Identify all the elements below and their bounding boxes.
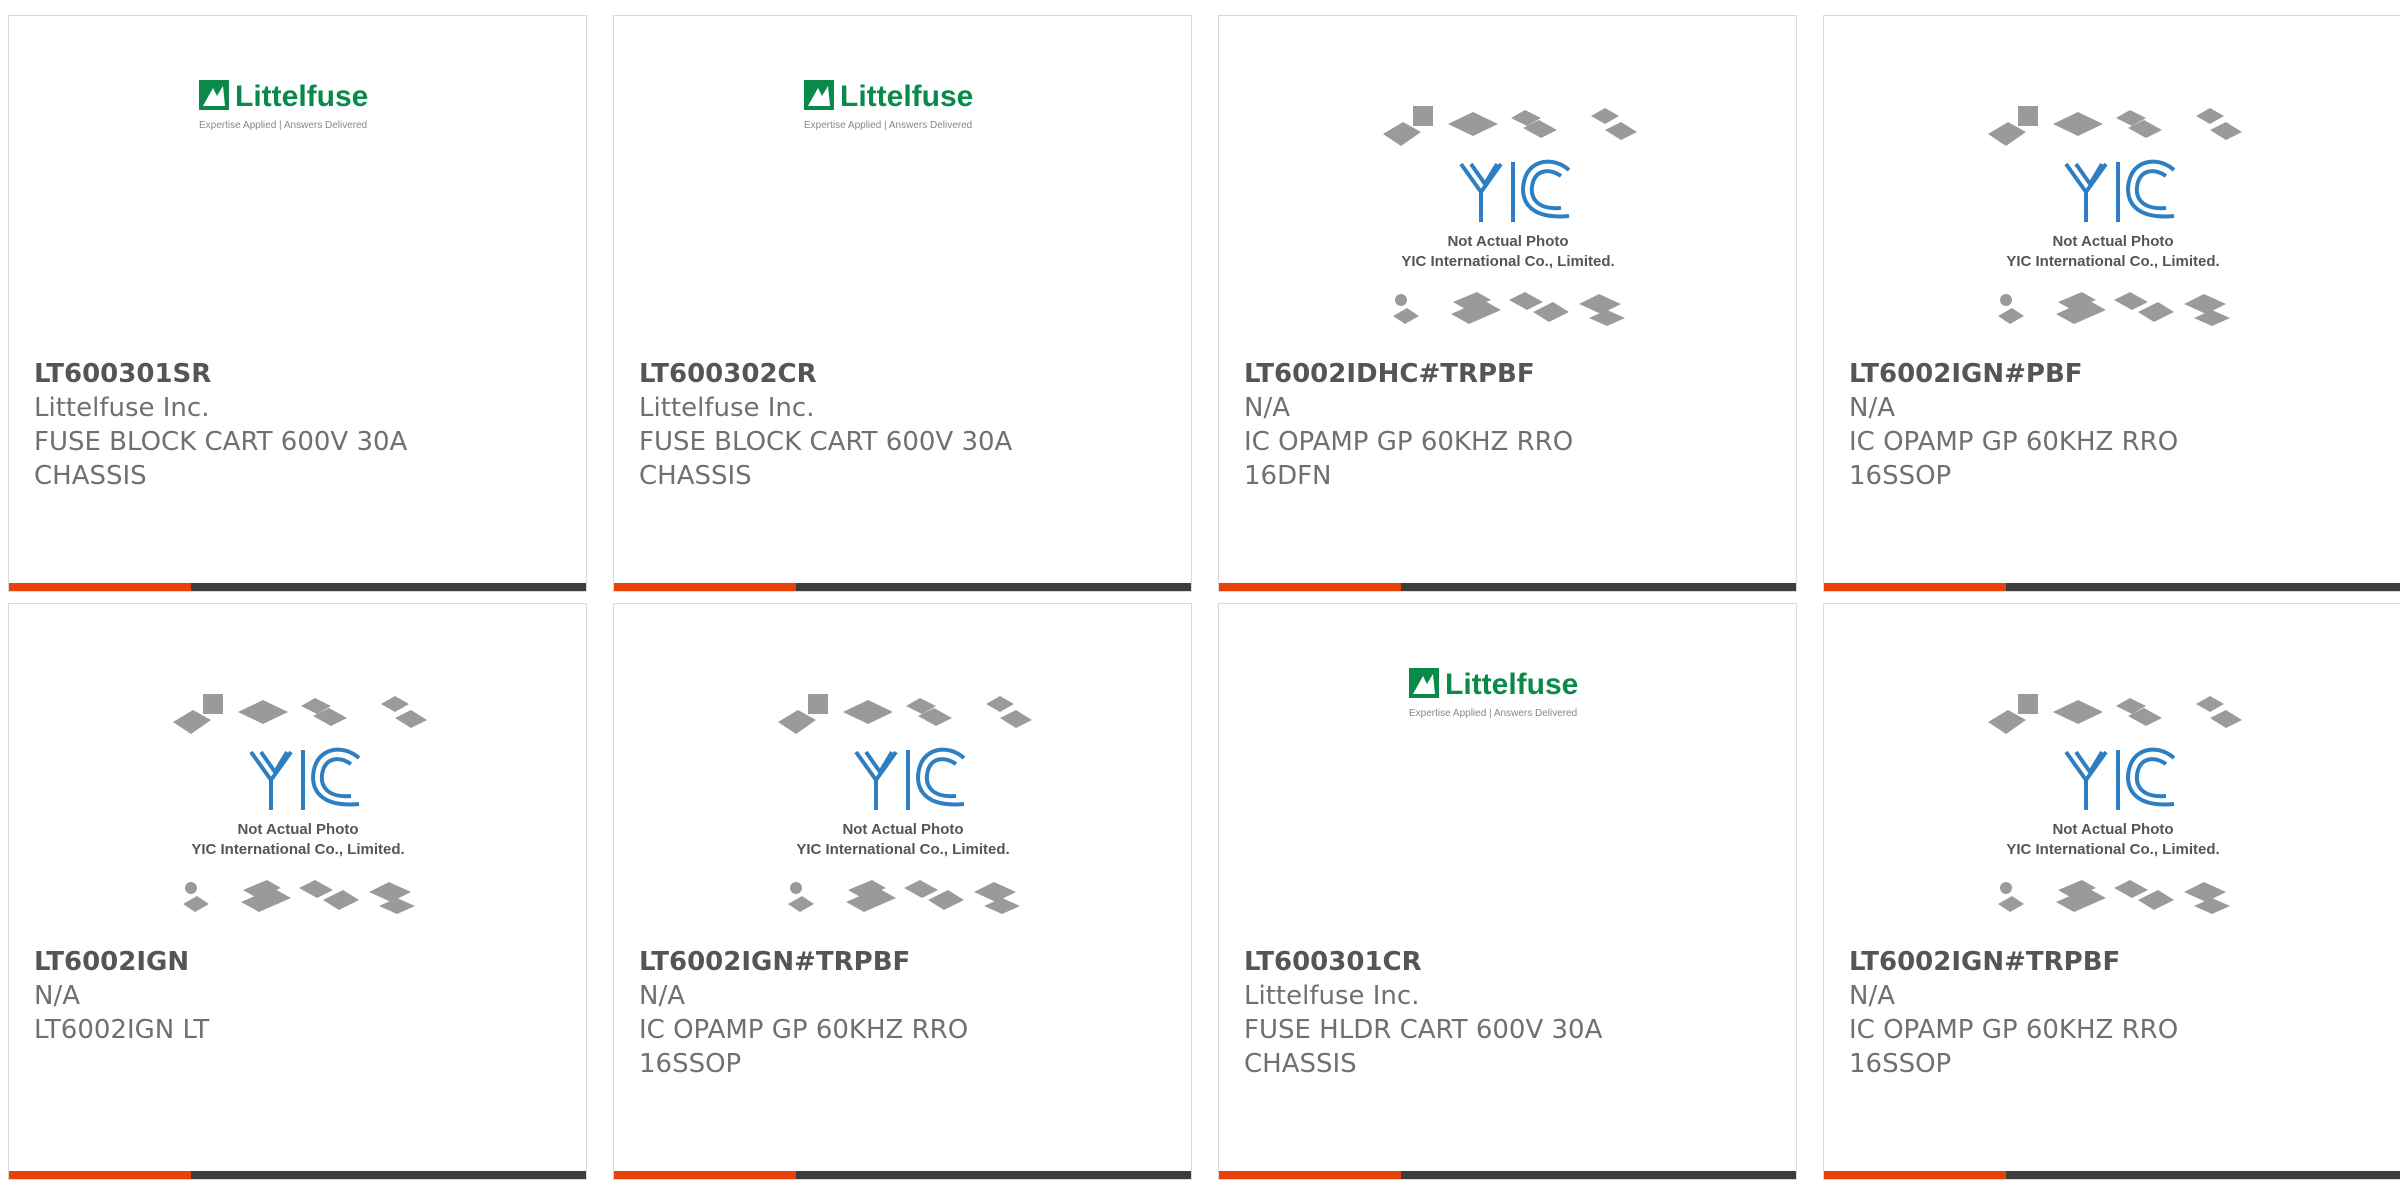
product-card[interactable]: Littelfuse Expertise Applied | Answers D… — [1218, 603, 1797, 1180]
accent-segment — [9, 583, 191, 591]
littelfuse-logo-text: Littelfuse — [840, 80, 973, 113]
product-card[interactable]: Not Actual Photo YIC International Co., … — [613, 603, 1192, 1180]
product-image[interactable]: Not Actual Photo YIC International Co., … — [614, 692, 1191, 952]
product-info: LT6002IGN#TRPBF N/A IC OPAMP GP 60KHZ RRO … — [639, 945, 1166, 1081]
card-accent-bar — [1824, 583, 2400, 591]
yic-caption-line1: Not Actual Photo — [842, 821, 963, 838]
accent-segment — [1219, 1171, 1401, 1179]
yic-caption-line2: YIC International Co., Limited. — [1401, 253, 1614, 270]
manufacturer: N/A — [1849, 981, 1895, 1011]
description: FUSE BLOCK CART 600V 30A CHASSIS — [639, 427, 1013, 491]
littelfuse-logo-tagline: Expertise Applied | Answers Delivered — [804, 120, 972, 131]
yic-caption-line1: Not Actual Photo — [2052, 233, 2173, 250]
part-number[interactable]: LT6002IGN — [34, 945, 561, 979]
part-number[interactable]: LT6002IGN#PBF — [1849, 357, 2376, 391]
littelfuse-logo: Littelfuse Expertise Applied | Answers D… — [803, 80, 973, 131]
product-image[interactable]: Not Actual Photo YIC International Co., … — [1824, 104, 2400, 364]
part-number[interactable]: LT600301CR — [1244, 945, 1771, 979]
yic-caption-line2: YIC International Co., Limited. — [2006, 253, 2219, 270]
manufacturer: Littelfuse Inc. — [1244, 981, 1420, 1011]
product-info: LT6002IGN#PBF N/A IC OPAMP GP 60KHZ RRO 16… — [1849, 357, 2376, 493]
yic-placeholder-image: Not Actual Photo YIC International Co., … — [1987, 106, 2242, 326]
littelfuse-logo-text: Littelfuse — [235, 80, 368, 113]
littelfuse-logo-tagline: Expertise Applied | Answers Delivered — [1409, 708, 1577, 719]
card-accent-bar — [9, 583, 586, 591]
product-card[interactable]: Not Actual Photo YIC International Co., … — [8, 603, 587, 1180]
part-number[interactable]: LT6002IGN#TRPBF — [639, 945, 1166, 979]
card-accent-bar — [1824, 1171, 2400, 1179]
card-accent-bar — [1219, 583, 1796, 591]
card-accent-bar — [614, 1171, 1191, 1179]
littelfuse-logo-tagline: Expertise Applied | Answers Delivered — [199, 120, 367, 131]
accent-segment — [614, 583, 796, 591]
product-info: LT6002IGN N/A LT6002IGN LT — [34, 945, 561, 1047]
description: FUSE BLOCK CART 600V 30A CHASSIS — [34, 427, 408, 491]
card-accent-bar — [9, 1171, 586, 1179]
part-number[interactable]: LT6002IDHC#TRPBF — [1244, 357, 1771, 391]
description: IC OPAMP GP 60KHZ RRO 16DFN — [1244, 427, 1574, 491]
littelfuse-logo: Littelfuse Expertise Applied | Answers D… — [1408, 668, 1578, 719]
product-info: LT600301SR Littelfuse Inc. FUSE BLOCK CART… — [34, 357, 561, 493]
product-image[interactable]: Littelfuse Expertise Applied | Answers D… — [1219, 664, 1796, 924]
manufacturer: Littelfuse Inc. — [34, 393, 210, 423]
dark-segment — [191, 583, 586, 591]
product-image[interactable]: Not Actual Photo YIC International Co., … — [1219, 104, 1796, 364]
product-info: LT600302CR Littelfuse Inc. FUSE BLOCK CART… — [639, 357, 1166, 493]
product-image[interactable]: Not Actual Photo YIC International Co., … — [1824, 692, 2400, 952]
accent-segment — [1824, 583, 2006, 591]
yic-caption-line1: Not Actual Photo — [1447, 233, 1568, 250]
littelfuse-logo-text: Littelfuse — [1445, 668, 1578, 701]
product-card[interactable]: Littelfuse Expertise Applied | Answers D… — [8, 15, 587, 592]
dark-segment — [2006, 583, 2400, 591]
product-info: LT6002IDHC#TRPBF N/A IC OPAMP GP 60KHZ RRO… — [1244, 357, 1771, 493]
yic-placeholder-image: Not Actual Photo YIC International Co., … — [777, 694, 1032, 914]
yic-caption-line1: Not Actual Photo — [2052, 821, 2173, 838]
dark-segment — [1401, 583, 1796, 591]
yic-caption-line1: Not Actual Photo — [237, 821, 358, 838]
yic-placeholder-image: Not Actual Photo YIC International Co., … — [172, 694, 427, 914]
product-card[interactable]: Not Actual Photo YIC International Co., … — [1823, 603, 2400, 1180]
product-card[interactable]: Littelfuse Expertise Applied | Answers D… — [613, 15, 1192, 592]
accent-segment — [9, 1171, 191, 1179]
description: IC OPAMP GP 60KHZ RRO 16SSOP — [1849, 427, 2179, 491]
accent-segment — [614, 1171, 796, 1179]
product-grid: Littelfuse Expertise Applied | Answers D… — [8, 15, 2400, 1180]
yic-caption-line2: YIC International Co., Limited. — [191, 841, 404, 858]
product-card[interactable]: Not Actual Photo YIC International Co., … — [1823, 15, 2400, 592]
description: IC OPAMP GP 60KHZ RRO 16SSOP — [639, 1015, 969, 1079]
yic-caption-line2: YIC International Co., Limited. — [2006, 841, 2219, 858]
card-accent-bar — [1219, 1171, 1796, 1179]
yic-placeholder-image: Not Actual Photo YIC International Co., … — [1987, 694, 2242, 914]
littelfuse-logo: Littelfuse Expertise Applied | Answers D… — [198, 80, 368, 131]
product-image[interactable]: Littelfuse Expertise Applied | Answers D… — [614, 76, 1191, 336]
dark-segment — [1401, 1171, 1796, 1179]
description: IC OPAMP GP 60KHZ RRO 16SSOP — [1849, 1015, 2179, 1079]
accent-segment — [1824, 1171, 2006, 1179]
manufacturer: N/A — [639, 981, 685, 1011]
manufacturer: N/A — [1244, 393, 1290, 423]
product-info: LT600301CR Littelfuse Inc. FUSE HLDR CART … — [1244, 945, 1771, 1081]
dark-segment — [796, 1171, 1191, 1179]
part-number[interactable]: LT600301SR — [34, 357, 561, 391]
card-accent-bar — [614, 583, 1191, 591]
manufacturer: N/A — [34, 981, 80, 1011]
part-number[interactable]: LT600302CR — [639, 357, 1166, 391]
manufacturer: Littelfuse Inc. — [639, 393, 815, 423]
description: LT6002IGN LT — [34, 1015, 210, 1045]
manufacturer: N/A — [1849, 393, 1895, 423]
dark-segment — [2006, 1171, 2400, 1179]
product-image[interactable]: Not Actual Photo YIC International Co., … — [9, 692, 586, 952]
dark-segment — [796, 583, 1191, 591]
dark-segment — [191, 1171, 586, 1179]
part-number[interactable]: LT6002IGN#TRPBF — [1849, 945, 2376, 979]
accent-segment — [1219, 583, 1401, 591]
product-image[interactable]: Littelfuse Expertise Applied | Answers D… — [9, 76, 586, 336]
yic-caption-line2: YIC International Co., Limited. — [796, 841, 1009, 858]
product-card[interactable]: Not Actual Photo YIC International Co., … — [1218, 15, 1797, 592]
yic-placeholder-image: Not Actual Photo YIC International Co., … — [1382, 106, 1637, 326]
product-info: LT6002IGN#TRPBF N/A IC OPAMP GP 60KHZ RRO … — [1849, 945, 2376, 1081]
description: FUSE HLDR CART 600V 30A CHASSIS — [1244, 1015, 1603, 1079]
